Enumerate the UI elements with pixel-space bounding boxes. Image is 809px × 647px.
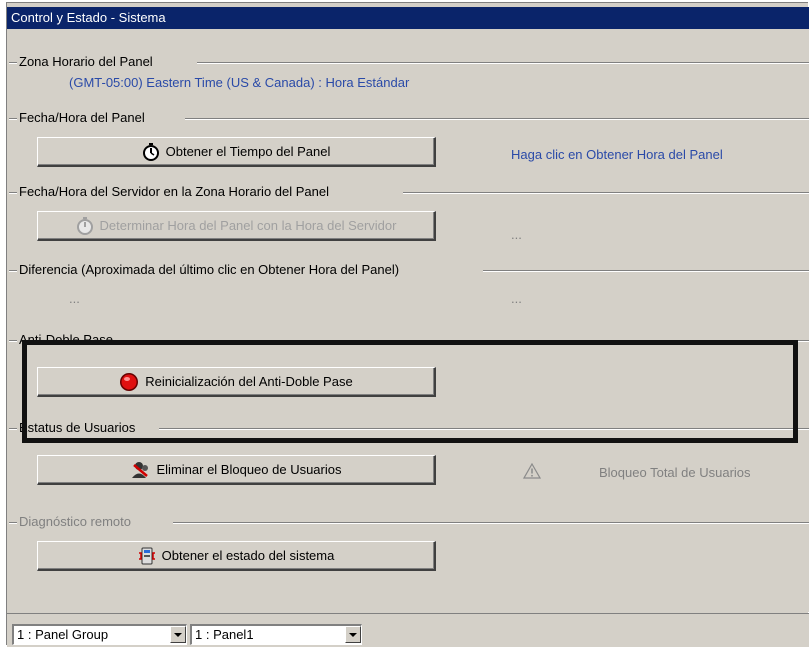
section-difference: Diferencia (Aproximada del último clic e… <box>7 261 809 281</box>
remove-user-lockout-button[interactable]: Eliminar el Bloqueo de Usuarios <box>37 455 436 485</box>
button-label: Determinar Hora del Panel con la Hora de… <box>99 218 397 233</box>
timezone-value: (GMT-05:00) Eastern Time (US & Canada) :… <box>69 75 410 90</box>
get-system-status-button[interactable]: Obtener el estado del sistema <box>37 541 436 571</box>
panel-group-select[interactable]: 1 : Panel Group <box>12 624 187 645</box>
section-label: Diagnóstico remoto <box>19 513 134 531</box>
section-label: Diferencia (Aproximada del último clic e… <box>19 261 403 279</box>
section-remote-diagnostics: Diagnóstico remoto <box>7 513 809 533</box>
button-label: Obtener el Tiempo del Panel <box>165 144 331 159</box>
warning-icon <box>522 462 542 484</box>
reset-anti-passback-button[interactable]: Reinicialización del Anti-Doble Pase <box>37 367 436 397</box>
bottom-toolbar: 1 : Panel Group 1 : Panel1 <box>7 613 809 647</box>
button-label: Obtener el estado del sistema <box>161 548 335 563</box>
panel-select[interactable]: 1 : Panel1 <box>190 624 362 645</box>
difference-value: ... <box>69 291 80 306</box>
window-title: Control y Estado - Sistema <box>7 7 809 29</box>
user-lockout-status: Bloqueo Total de Usuarios <box>599 465 751 480</box>
content-area: Zona Horario del Panel (GMT-05:00) Easte… <box>7 29 809 612</box>
section-label: Zona Horario del Panel <box>19 53 156 71</box>
stopwatch-icon <box>142 142 160 161</box>
button-label: Eliminar el Bloqueo de Usuarios <box>156 462 342 477</box>
section-label: Fecha/Hora del Servidor en la Zona Horar… <box>19 183 333 201</box>
difference-value-right: ... <box>511 291 522 306</box>
diagnostic-icon <box>138 547 156 565</box>
users-icon <box>131 461 151 479</box>
section-label: Estatus de Usuarios <box>19 419 139 437</box>
section-panel-time: Fecha/Hora del Panel <box>7 109 809 129</box>
chevron-down-icon[interactable] <box>345 626 361 643</box>
section-anti-passback: Anti-Doble Pase <box>7 331 809 351</box>
status-window: Control y Estado - Sistema Zona Horario … <box>6 2 809 647</box>
section-label: Anti-Doble Pase <box>19 331 116 349</box>
panel-time-hint: Haga clic en Obtener Hora del Panel <box>511 147 723 162</box>
button-label: Reinicialización del Anti-Doble Pase <box>145 374 353 389</box>
section-server-time: Fecha/Hora del Servidor en la Zona Horar… <box>7 183 809 203</box>
stopwatch-icon <box>76 216 94 235</box>
section-user-status: Estatus de Usuarios <box>7 419 809 439</box>
get-panel-time-button[interactable]: Obtener el Tiempo del Panel <box>37 137 436 167</box>
set-panel-time-from-server-button[interactable]: Determinar Hora del Panel con la Hora de… <box>37 211 436 241</box>
red-button-icon <box>119 372 139 392</box>
chevron-down-icon[interactable] <box>170 626 186 643</box>
panel-group-value: 1 : Panel Group <box>17 627 109 642</box>
section-timezone: Zona Horario del Panel <box>7 53 809 73</box>
section-label: Fecha/Hora del Panel <box>19 109 148 127</box>
server-time-value: ... <box>511 227 522 242</box>
panel-value: 1 : Panel1 <box>195 627 254 642</box>
